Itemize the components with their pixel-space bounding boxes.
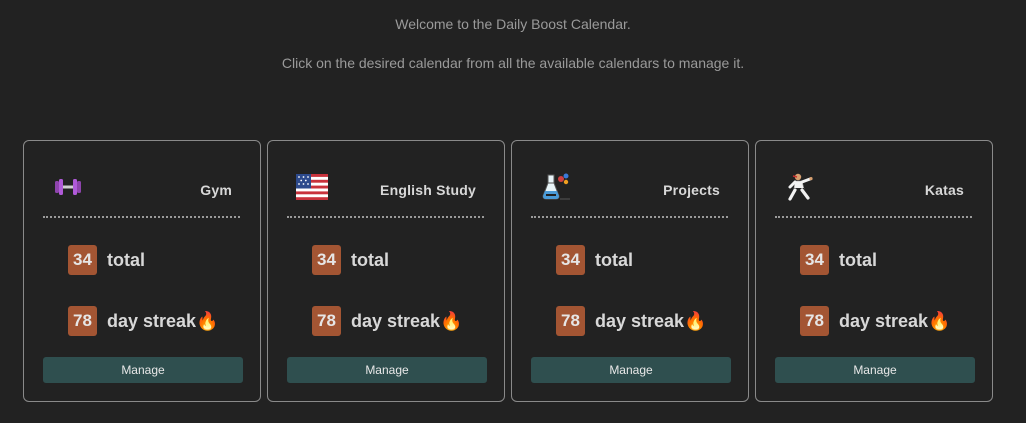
total-stat: 34 total — [556, 245, 633, 275]
card-header: Gym — [44, 169, 240, 209]
card-header: Katas — [776, 169, 972, 209]
divider — [531, 216, 728, 218]
streak-label: day streak🔥 — [839, 310, 951, 331]
streak-stat: 78 day streak🔥 — [556, 306, 706, 336]
card-header: English Study — [288, 169, 484, 209]
streak-count-badge: 78 — [800, 306, 829, 336]
martial-artist-icon — [784, 171, 816, 203]
divider — [775, 216, 972, 218]
lab-flask-icon — [540, 171, 572, 203]
streak-stat: 78 day streak🔥 — [312, 306, 462, 336]
divider — [287, 216, 484, 218]
dumbbell-icon — [52, 171, 84, 203]
calendar-title: Katas — [924, 182, 964, 198]
calendar-list: Gym 34 total 78 day streak🔥 Manage Engli… — [23, 140, 993, 402]
streak-count-badge: 78 — [556, 306, 585, 336]
manage-button[interactable]: Manage — [287, 357, 487, 383]
manage-button[interactable]: Manage — [531, 357, 731, 383]
total-stat: 34 total — [312, 245, 389, 275]
streak-label: day streak🔥 — [107, 310, 219, 331]
streak-count-badge: 78 — [312, 306, 341, 336]
calendar-title: English Study — [380, 182, 476, 198]
total-count-badge: 34 — [800, 245, 829, 275]
streak-count-badge: 78 — [68, 306, 97, 336]
streak-label: day streak🔥 — [351, 310, 463, 331]
total-label: total — [839, 249, 877, 270]
manage-button[interactable]: Manage — [775, 357, 975, 383]
calendar-card-projects[interactable]: Projects 34 total 78 day streak🔥 Manage — [511, 140, 749, 402]
total-stat: 34 total — [800, 245, 877, 275]
instructions-text: Click on the desired calendar from all t… — [281, 55, 745, 71]
total-label: total — [595, 249, 633, 270]
total-count-badge: 34 — [312, 245, 341, 275]
total-count-badge: 34 — [68, 245, 97, 275]
streak-stat: 78 day streak🔥 — [800, 306, 950, 336]
page: Welcome to the Daily Boost Calendar. Cli… — [0, 0, 1026, 423]
total-count-badge: 34 — [556, 245, 585, 275]
card-header: Projects — [532, 169, 728, 209]
streak-label: day streak🔥 — [595, 310, 707, 331]
calendar-card-gym[interactable]: Gym 34 total 78 day streak🔥 Manage — [23, 140, 261, 402]
manage-button[interactable]: Manage — [43, 357, 243, 383]
calendar-title: Projects — [663, 182, 720, 198]
total-label: total — [107, 249, 145, 270]
total-stat: 34 total — [68, 245, 145, 275]
calendar-card-katas[interactable]: Katas 34 total 78 day streak🔥 Manage — [755, 140, 993, 402]
divider — [43, 216, 240, 218]
calendar-title: Gym — [200, 182, 232, 198]
calendar-card-english-study[interactable]: English Study 34 total 78 day streak🔥 Ma… — [267, 140, 505, 402]
us-flag-icon — [296, 171, 328, 203]
streak-stat: 78 day streak🔥 — [68, 306, 218, 336]
welcome-message: Welcome to the Daily Boost Calendar. — [395, 16, 631, 32]
total-label: total — [351, 249, 389, 270]
